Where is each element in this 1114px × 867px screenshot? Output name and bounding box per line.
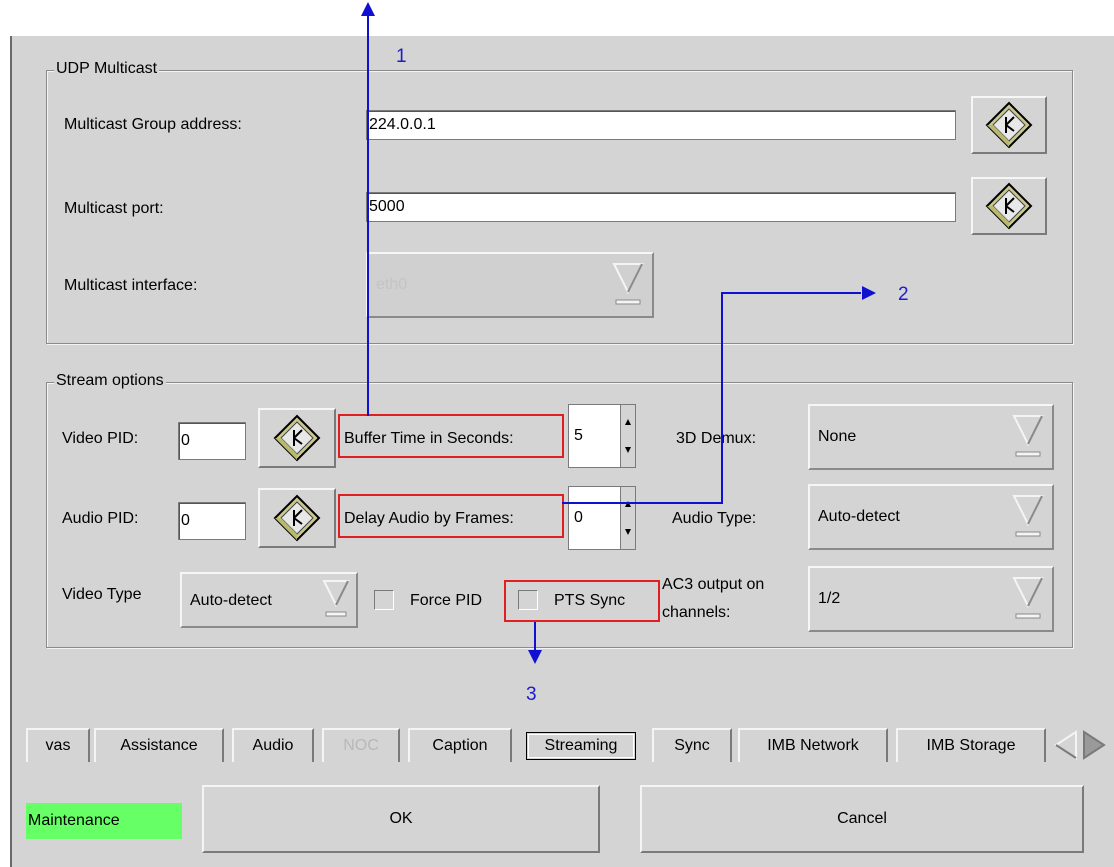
chevron-down-icon: [1012, 495, 1044, 537]
callout-1-arrowhead-icon: [361, 2, 375, 16]
pts-sync-highlight: [504, 580, 660, 622]
multicast-interface-label: Multicast interface:: [64, 277, 198, 294]
multicast-group-address-input[interactable]: 224.0.0.1: [366, 110, 956, 140]
maintenance-status-badge: Maintenance: [26, 803, 182, 839]
ac3-output-select[interactable]: 1/2: [808, 566, 1054, 632]
force-pid-label: Force PID: [410, 592, 483, 609]
buffer-time-value: 5: [574, 427, 583, 444]
tab-imb-network[interactable]: IMB Network: [738, 728, 888, 762]
callout-2-line-horizontal-b: [721, 292, 861, 294]
callout-2-arrowhead-icon: [862, 286, 876, 300]
arrow-left-icon: [1054, 730, 1077, 760]
multicast-interface-select[interactable]: eth0: [366, 252, 654, 318]
video-type-value: Auto-detect: [190, 592, 272, 609]
stream-options-title: Stream options: [54, 372, 166, 390]
chevron-down-icon: [322, 580, 350, 617]
delay-audio-highlight: [338, 494, 564, 538]
chevron-down-icon: [625, 447, 631, 453]
3d-demux-select[interactable]: None: [808, 404, 1054, 470]
tab-streaming[interactable]: Streaming: [526, 732, 636, 760]
tab-scroll-left-button[interactable]: [1052, 728, 1080, 762]
keyboard-icon: [985, 182, 1033, 230]
cancel-button[interactable]: Cancel: [640, 785, 1084, 853]
tab-assistance[interactable]: Assistance: [94, 728, 224, 762]
callout-2-line-vertical: [721, 292, 723, 504]
3d-demux-label: 3D Demux:: [676, 430, 757, 447]
keyboard-icon: [273, 494, 321, 542]
group-address-keyboard-button[interactable]: [971, 96, 1047, 154]
audio-pid-input[interactable]: 0: [178, 502, 246, 540]
ac3-output-label-line2: channels:: [662, 604, 731, 621]
callout-2-line-horizontal-a: [562, 502, 722, 504]
ac3-output-label-line1: AC3 output on: [662, 576, 765, 593]
chevron-down-icon: [625, 529, 631, 535]
port-keyboard-button[interactable]: [971, 177, 1047, 235]
video-pid-label: Video PID:: [62, 430, 139, 447]
video-type-select[interactable]: Auto-detect: [180, 572, 358, 628]
chevron-down-icon: [1012, 415, 1044, 457]
tab-caption[interactable]: Caption: [408, 728, 512, 762]
multicast-port-label: Multicast port:: [64, 200, 164, 217]
arrow-right-icon: [1083, 730, 1106, 760]
delay-audio-stepper[interactable]: [620, 487, 635, 549]
callout-3-number: 3: [526, 684, 537, 705]
tab-audio[interactable]: Audio: [232, 728, 314, 762]
force-pid-checkbox[interactable]: [374, 590, 394, 610]
tab-vas[interactable]: vas: [26, 728, 90, 762]
keyboard-icon: [985, 101, 1033, 149]
multicast-group-address-label: Multicast Group address:: [64, 116, 242, 133]
multicast-interface-value: eth0: [376, 276, 408, 293]
tab-noc[interactable]: NOC: [322, 728, 400, 762]
audio-pid-label: Audio PID:: [62, 510, 139, 527]
udp-multicast-title: UDP Multicast: [54, 60, 160, 78]
callout-1-line: [367, 12, 369, 416]
callout-1-number: 1: [396, 46, 407, 67]
chevron-up-icon: [625, 419, 631, 425]
audio-type-label: Audio Type:: [672, 510, 757, 527]
3d-demux-value: None: [818, 428, 857, 445]
buffer-time-highlight: [338, 414, 564, 458]
audio-pid-keyboard-button[interactable]: [258, 488, 336, 548]
callout-3-arrowhead-icon: [528, 650, 542, 664]
delay-audio-value: 0: [574, 509, 583, 526]
callout-2-number: 2: [898, 284, 909, 305]
ac3-output-value: 1/2: [818, 590, 841, 607]
chevron-down-icon: [612, 263, 644, 305]
video-pid-input[interactable]: 0: [178, 422, 246, 460]
video-type-label: Video Type: [62, 586, 142, 603]
ok-button[interactable]: OK: [202, 785, 600, 853]
multicast-port-input[interactable]: 5000: [366, 192, 956, 222]
buffer-time-spinbox[interactable]: 5: [568, 404, 636, 468]
video-pid-keyboard-button[interactable]: [258, 408, 336, 468]
tab-sync[interactable]: Sync: [652, 728, 732, 762]
delay-audio-spinbox[interactable]: 0: [568, 486, 636, 550]
buffer-time-stepper[interactable]: [620, 405, 635, 467]
tab-imb-storage[interactable]: IMB Storage: [896, 728, 1046, 762]
audio-type-select[interactable]: Auto-detect: [808, 484, 1054, 550]
chevron-down-icon: [1012, 577, 1044, 619]
keyboard-icon: [273, 414, 321, 462]
tab-scroll-right-button[interactable]: [1080, 728, 1108, 762]
audio-type-value: Auto-detect: [818, 508, 900, 525]
